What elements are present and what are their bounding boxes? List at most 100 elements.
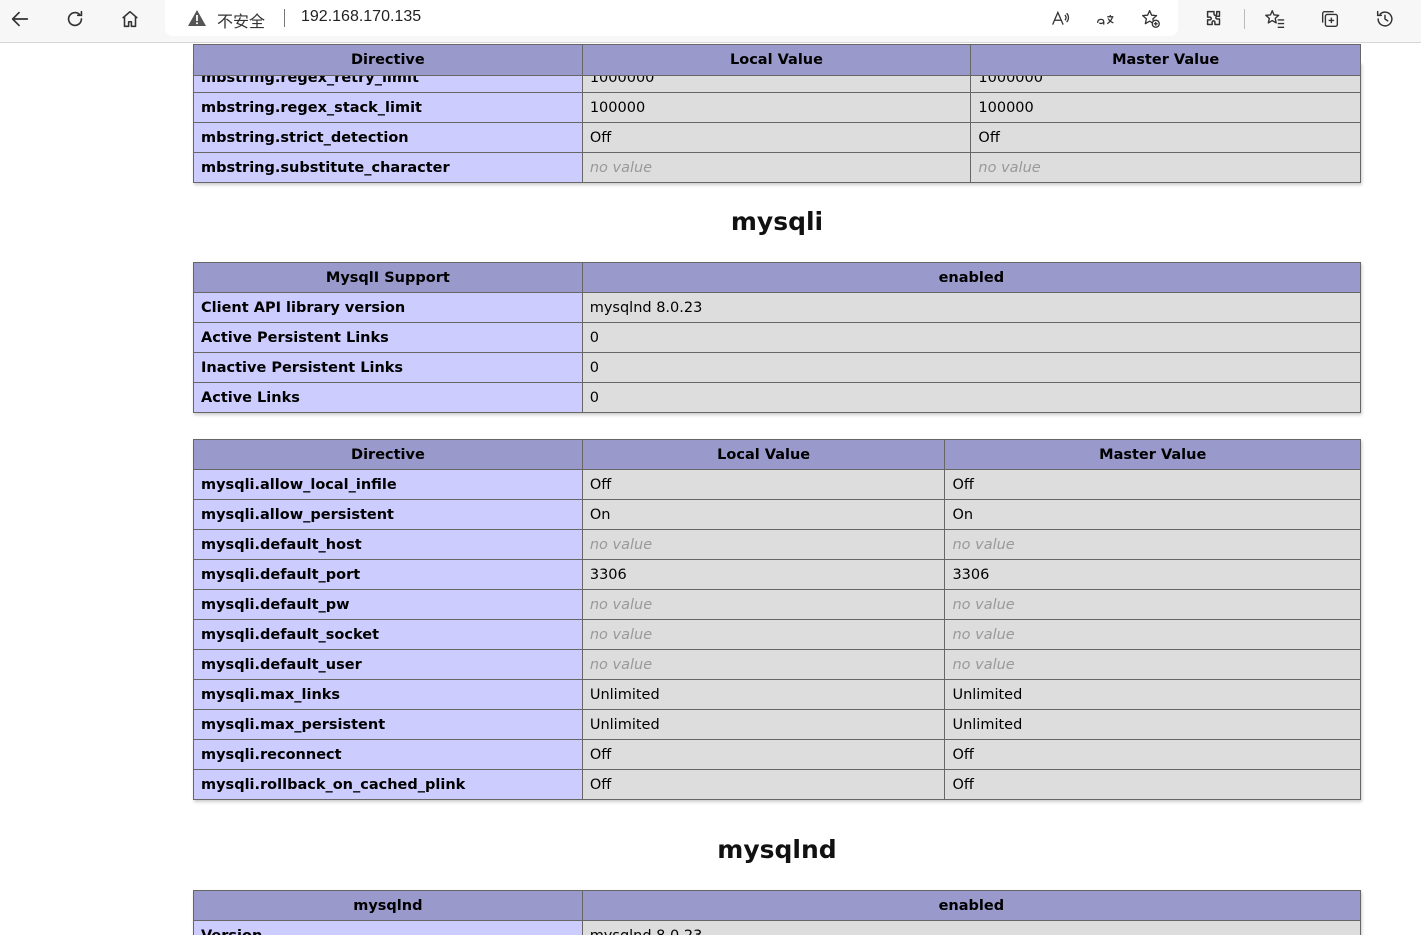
- directive-cell: mysqli.max_links: [193, 679, 583, 710]
- table-row: mysqli.default_port 3306 3306: [193, 559, 1361, 590]
- value-cell: mysqlnd 8.0.23: [581, 920, 1362, 935]
- no-value-text: no value: [978, 159, 1041, 176]
- local-value-cell: no value: [581, 529, 946, 560]
- master-value-cell: no value: [944, 619, 1361, 650]
- mysqlnd-table: mysqlnd enabled Version mysqlnd 8.0.23: [193, 890, 1362, 935]
- header-directive: Directive: [193, 439, 583, 470]
- translate-icon[interactable]: [1092, 6, 1118, 30]
- mysqli-support-table: MysqlI Support enabled Client API librar…: [193, 262, 1362, 413]
- mbstring-table-header: Directive Local Value Master Value: [193, 44, 1361, 76]
- table-row: mysqli.default_socket no value no value: [193, 619, 1361, 650]
- table-row: Inactive Persistent Links 0: [193, 352, 1362, 383]
- add-favorite-icon[interactable]: [1137, 6, 1163, 30]
- page-content[interactable]: mbstring.regex_retry_limit 1000000 10000…: [0, 44, 1421, 935]
- directive-cell: mysqli.allow_local_infile: [193, 469, 583, 500]
- no-value-text: no value: [952, 596, 1015, 613]
- browser-toolbar: 不安全 192.168.170.135: [0, 0, 1421, 43]
- local-value-cell: Off: [581, 122, 972, 153]
- key-cell: Active Persistent Links: [193, 322, 583, 353]
- address-separator: [284, 9, 285, 27]
- no-value-text: no value: [589, 536, 653, 553]
- local-value-cell: Unlimited: [581, 679, 946, 710]
- directive-cell: mysqli.max_persistent: [193, 709, 583, 740]
- local-value-cell: no value: [581, 619, 946, 650]
- directive-cell: mysqli.reconnect: [193, 739, 583, 770]
- table-row: Active Links 0: [193, 382, 1362, 413]
- header-mysqli-support: MysqlI Support: [193, 262, 583, 293]
- insecure-label[interactable]: 不安全: [217, 8, 265, 32]
- table-row: mbstring.substitute_character no value n…: [193, 152, 1361, 183]
- table-row: Client API library version mysqlnd 8.0.2…: [193, 292, 1362, 323]
- table-row: mysqli.rollback_on_cached_plink Off Off: [193, 769, 1361, 800]
- favorites-icon[interactable]: [1257, 4, 1293, 34]
- local-value-cell: Off: [581, 469, 946, 500]
- table-row: mysqli.reconnect Off Off: [193, 739, 1361, 770]
- master-value-cell: Unlimited: [944, 709, 1361, 740]
- table-row: mysqli.allow_local_infile Off Off: [193, 469, 1361, 500]
- master-value-cell: On: [944, 499, 1361, 530]
- table-row: mbstring.regex_stack_limit 100000 100000: [193, 92, 1361, 123]
- local-value-cell: On: [581, 499, 946, 530]
- directive-cell: mbstring.strict_detection: [193, 122, 583, 153]
- section-title-mysqlnd: mysqlnd: [717, 835, 837, 864]
- directive-cell: mbstring.regex_stack_limit: [193, 92, 583, 123]
- key-cell: Active Links: [193, 382, 583, 413]
- key-cell: Inactive Persistent Links: [193, 352, 583, 383]
- header-local-value: Local Value: [581, 439, 946, 470]
- directive-cell: mysqli.default_user: [193, 649, 583, 680]
- table-row: mbstring.strict_detection Off Off: [193, 122, 1361, 153]
- history-icon[interactable]: [1367, 4, 1403, 34]
- read-aloud-icon[interactable]: [1047, 6, 1073, 30]
- no-value-text: no value: [589, 626, 653, 643]
- master-value-cell: Off: [944, 469, 1361, 500]
- header-enabled: enabled: [581, 262, 1362, 293]
- table-row: Version mysqlnd 8.0.23: [193, 920, 1362, 935]
- header-master-value: Master Value: [944, 439, 1361, 470]
- header-local-value: Local Value: [581, 44, 972, 76]
- local-value-cell: no value: [581, 589, 946, 620]
- no-value-text: no value: [952, 656, 1015, 673]
- extensions-icon[interactable]: [1196, 4, 1232, 34]
- home-icon[interactable]: [112, 4, 148, 34]
- directive-cell: mysqli.default_host: [193, 529, 583, 560]
- directive-cell: mysqli.allow_persistent: [193, 499, 583, 530]
- warning-triangle-icon[interactable]: [187, 8, 207, 28]
- local-value-cell: no value: [581, 649, 946, 680]
- back-arrow-icon[interactable]: [2, 4, 38, 34]
- header-mysqlnd: mysqlnd: [193, 890, 583, 921]
- directive-cell: mysqli.default_port: [193, 559, 583, 590]
- no-value-text: no value: [952, 536, 1015, 553]
- collections-icon[interactable]: [1312, 4, 1348, 34]
- mysqli-directive-rows: mysqli.allow_local_infile Off Off mysqli.al…: [193, 469, 1361, 800]
- directive-cell: mysqli.default_pw: [193, 589, 583, 620]
- refresh-icon[interactable]: [57, 4, 93, 34]
- value-cell: 0: [581, 382, 1362, 413]
- key-cell: Client API library version: [193, 292, 583, 323]
- master-value-cell: 3306: [944, 559, 1361, 590]
- master-value-cell: Unlimited: [944, 679, 1361, 710]
- table-row: mysqli.max_links Unlimited Unlimited: [193, 679, 1361, 710]
- master-value-cell: Off: [970, 122, 1361, 153]
- directive-cell: mysqli.rollback_on_cached_plink: [193, 769, 583, 800]
- table-row: mysqli.default_pw no value no value: [193, 589, 1361, 620]
- key-cell: Version: [193, 920, 583, 935]
- address-bar[interactable]: 不安全 192.168.170.135: [165, 0, 1178, 36]
- header-master-value: Master Value: [970, 44, 1361, 76]
- table-row: mysqli.default_user no value no value: [193, 649, 1361, 680]
- master-value-cell: Off: [944, 739, 1361, 770]
- local-value-cell: 3306: [581, 559, 946, 590]
- header-directive: Directive: [193, 44, 583, 76]
- master-value-cell: no value: [944, 529, 1361, 560]
- value-cell: 0: [581, 322, 1362, 353]
- master-value-cell: 100000: [970, 92, 1361, 123]
- section-title-mysqli: mysqli: [730, 207, 824, 236]
- table-row: mysqli.default_host no value no value: [193, 529, 1361, 560]
- directive-cell: mbstring.substitute_character: [193, 152, 583, 183]
- directive-cell: mysqli.default_socket: [193, 619, 583, 650]
- master-value-cell: no value: [944, 589, 1361, 620]
- table-row: mysqli.max_persistent Unlimited Unlimited: [193, 709, 1361, 740]
- local-value-cell: Unlimited: [581, 709, 946, 740]
- value-cell: 0: [581, 352, 1362, 383]
- no-value-text: no value: [952, 626, 1015, 643]
- url-text[interactable]: 192.168.170.135: [301, 8, 421, 26]
